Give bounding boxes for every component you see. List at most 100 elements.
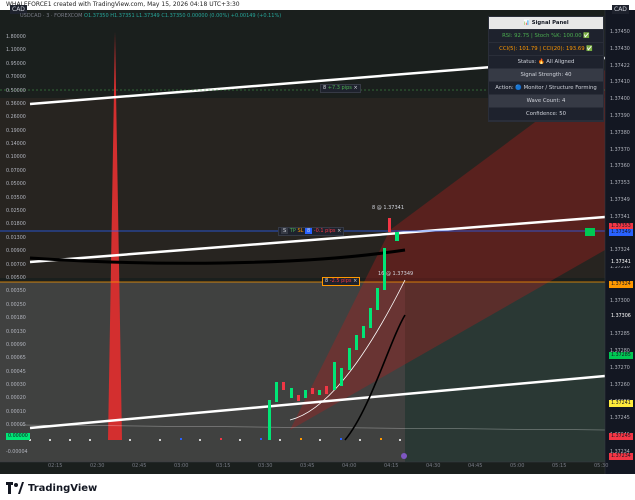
ohlc-legend: USDCAD · 3 · FOREXCOM O1.37350 H1.37351 … bbox=[20, 13, 281, 19]
price-tag: 1.37349 bbox=[609, 229, 633, 236]
left-axis-label: 0.26000 bbox=[6, 115, 26, 121]
left-axis-label: 0.03500 bbox=[6, 195, 26, 201]
time-axis-label: 05:15 bbox=[552, 463, 567, 469]
time-axis-label: 03:15 bbox=[216, 463, 231, 469]
right-axis-label: 1.37353 bbox=[610, 181, 630, 187]
legend-low: L1.37349 bbox=[136, 13, 160, 19]
left-axis-label: 0.36000 bbox=[6, 101, 26, 107]
time-axis-label: 04:15 bbox=[384, 463, 399, 469]
left-axis-label: 0.00900 bbox=[6, 249, 26, 255]
left-axis-label: 0.70000 bbox=[6, 75, 26, 81]
left-axis-label: -0.00004 bbox=[6, 450, 28, 455]
right-axis-label: 1.37341 bbox=[610, 214, 630, 220]
price-tag: 1.37285 bbox=[609, 352, 633, 359]
cci-row: CCI(5): 101.79 | CCI(20): 193.69 ✅ bbox=[489, 43, 603, 56]
right-axis-label: 1.37410 bbox=[610, 80, 630, 86]
right-axis-label: 1.37400 bbox=[610, 97, 630, 103]
right-axis-label: 1.37360 bbox=[610, 164, 630, 170]
right-axis-label: 1.37390 bbox=[610, 114, 630, 119]
left-axis-label: 0.19000 bbox=[6, 128, 26, 134]
right-axis-label: 1.37245 bbox=[610, 416, 630, 422]
chart-title: WHALEFORCE1 created with TradingView.com… bbox=[6, 1, 240, 8]
confidence-row: Confidence: 50 bbox=[489, 108, 603, 121]
time-axis-label: 02:15 bbox=[48, 463, 63, 469]
right-axis-label: 1.37300 bbox=[610, 298, 630, 304]
left-axis-label: 0.95000 bbox=[6, 61, 26, 67]
price-tag: 1.37324 bbox=[609, 281, 633, 288]
right-axis-label: 1.37260 bbox=[610, 382, 630, 388]
currency-label-right: CAD bbox=[612, 5, 629, 14]
right-axis-label: 1.37285 bbox=[610, 332, 630, 338]
right-axis-label: 1.37270 bbox=[610, 366, 630, 371]
tp-pill-label[interactable]: TP bbox=[290, 228, 296, 234]
buy-badge bbox=[585, 228, 595, 236]
right-axis-label: 1.37349 bbox=[610, 198, 630, 203]
mid-pill-number: 8 bbox=[305, 228, 313, 234]
right-axis-label: 1.37450 bbox=[610, 30, 630, 35]
status-row: Status: 🔥 All Aligned bbox=[489, 56, 603, 69]
wave-row: Wave Count: 4 bbox=[489, 95, 603, 108]
purple-marker bbox=[401, 453, 407, 459]
legend-volume: +0.00149 (+0.11%) bbox=[230, 13, 282, 19]
right-axis-label: 1.37430 bbox=[610, 46, 630, 52]
rsi-row: RSI: 92.75 | Stoch %K: 100.00 ✅ bbox=[489, 30, 603, 43]
legend-change: 0.00000 (0.00%) bbox=[187, 13, 230, 19]
tradingview-logo[interactable]: TradingView bbox=[6, 482, 97, 494]
mid-pill-text: -0.1 pips bbox=[313, 228, 336, 234]
left-axis-label: 0.00700 bbox=[6, 262, 26, 268]
left-axis-tag: 0.00000 bbox=[6, 433, 30, 440]
low-pill-text: -2.5 pips bbox=[329, 278, 352, 284]
legend-high: H1.37351 bbox=[110, 13, 135, 19]
left-axis-label: 0.00045 bbox=[6, 369, 26, 375]
right-axis-label: 1.37324 bbox=[610, 248, 630, 254]
order-pill-middle[interactable]: S TP SL 8 -0.1 pips × bbox=[278, 227, 345, 236]
close-icon[interactable]: × bbox=[353, 278, 357, 284]
sl-pill-label[interactable]: SL bbox=[297, 228, 303, 234]
time-axis-label: 03:00 bbox=[174, 463, 189, 469]
header-bar: WHALEFORCE1 created with TradingView.com… bbox=[0, 0, 635, 10]
left-axis-label: 0.00090 bbox=[6, 342, 26, 348]
price-tag: 1.37245 bbox=[609, 433, 633, 440]
left-axis-label: 0.00180 bbox=[6, 316, 26, 322]
strength-row: Signal Strength: 40 bbox=[489, 69, 603, 82]
top-pill-text: +7.3 pips bbox=[327, 85, 352, 91]
legend-open: O1.37350 bbox=[84, 13, 109, 19]
left-axis-label: 0.00065 bbox=[6, 356, 26, 362]
left-axis-label: 0.07000 bbox=[6, 168, 26, 174]
right-axis-label: 1.37370 bbox=[610, 147, 630, 153]
left-axis-label: 0.50000 bbox=[6, 88, 26, 94]
legend-close: C1.37350 bbox=[161, 13, 186, 19]
signal-panel: 📊 Signal Panel RSI: 92.75 | Stoch %K: 10… bbox=[488, 16, 604, 122]
time-axis-label: 05:00 bbox=[510, 463, 525, 469]
stop-pill-label[interactable]: S bbox=[281, 228, 289, 234]
left-axis-label: 1.10000 bbox=[6, 48, 26, 54]
price-tag: 1.37241 bbox=[609, 400, 633, 407]
left-axis-label: 0.00005 bbox=[6, 423, 26, 429]
tradingview-icon bbox=[6, 482, 24, 494]
left-axis-label: 0.02500 bbox=[6, 209, 26, 215]
action-row: Action: 🔵 Monitor / Structure Forming bbox=[489, 82, 603, 95]
left-axis-label: 0.01300 bbox=[6, 235, 26, 241]
time-axis-label: 04:00 bbox=[342, 463, 357, 469]
right-axis-label: 1.37422 bbox=[610, 63, 630, 69]
order-pill-top[interactable]: 8 +7.3 pips × bbox=[320, 84, 361, 93]
left-axis-label: 0.05000 bbox=[6, 182, 26, 188]
execution-note-low: 16 @ 1.37349 bbox=[378, 271, 414, 277]
low-pill-number: 8 bbox=[325, 278, 329, 284]
left-axis-label: 0.00250 bbox=[6, 302, 26, 308]
left-axis-label: 0.01800 bbox=[6, 222, 26, 228]
brand-text: TradingView bbox=[28, 482, 98, 494]
price-tag: 1.37234 bbox=[609, 453, 633, 460]
left-axis-label: 0.14000 bbox=[6, 142, 26, 148]
time-axis-label: 03:30 bbox=[258, 463, 273, 469]
signal-panel-title: 📊 Signal Panel bbox=[489, 17, 603, 30]
left-axis-label: 0.00020 bbox=[6, 396, 26, 402]
left-axis-label: 0.00500 bbox=[6, 275, 26, 281]
close-icon[interactable]: × bbox=[337, 228, 341, 234]
left-axis-label: 0.00030 bbox=[6, 383, 26, 389]
footer-bar: TradingView bbox=[0, 478, 635, 500]
time-axis-label: 04:45 bbox=[468, 463, 483, 469]
order-pill-low[interactable]: 8 -2.5 pips × bbox=[322, 277, 361, 286]
close-icon[interactable]: × bbox=[353, 85, 357, 91]
time-axis-label: 02:30 bbox=[90, 463, 105, 469]
